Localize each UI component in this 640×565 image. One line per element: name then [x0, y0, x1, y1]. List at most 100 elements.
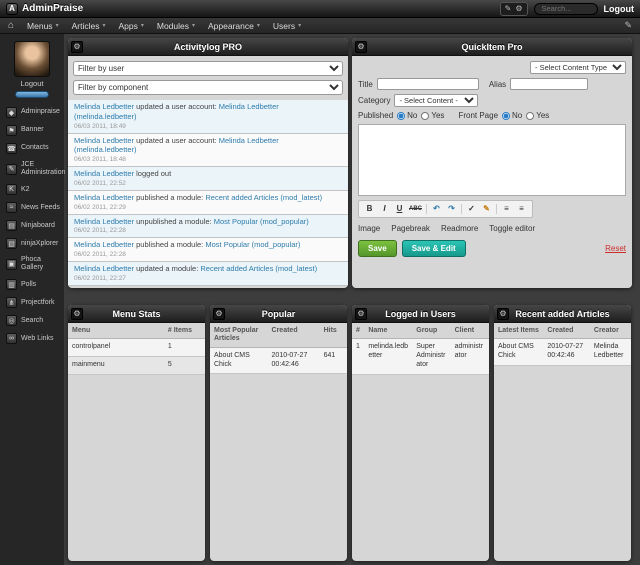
strikethrough-icon[interactable]: ABC: [409, 203, 422, 215]
frontpage-no-radio[interactable]: [502, 112, 510, 120]
frontpage-no-option[interactable]: No: [502, 111, 522, 120]
recent-articles-header: ⚙ Recent added Articles: [494, 305, 631, 323]
sidebar-item-web-links[interactable]: ∞Web Links: [6, 333, 62, 344]
activity-user-link[interactable]: Melinda Ledbetter: [74, 264, 134, 273]
sidebar-user-badge[interactable]: [15, 91, 49, 98]
sidebar-item-news-feeds[interactable]: ≈News Feeds: [6, 202, 62, 213]
home-icon[interactable]: ⌂: [8, 21, 14, 31]
sidebar-item-adminpraise[interactable]: ◆Adminpraise: [6, 107, 62, 118]
content-type-select[interactable]: - Select Content Type -: [530, 61, 626, 74]
gear-icon[interactable]: ⚙: [213, 308, 225, 320]
activity-target-link[interactable]: Recent added Articles (mod_latest): [200, 264, 317, 273]
activity-target-link[interactable]: Most Popular (mod_popular): [214, 217, 309, 226]
activity-user-link[interactable]: Melinda Ledbetter: [74, 136, 134, 145]
frontpage-yes-radio[interactable]: [526, 112, 534, 120]
published-no-option[interactable]: No: [397, 111, 417, 120]
table-row: About CMS Chick 2010-07-27 00:42:46 Meli…: [494, 339, 631, 366]
undo-icon[interactable]: ↶: [431, 203, 442, 215]
title-label: Title: [358, 80, 373, 89]
logged-in-users-table: # Name Group Client 1 melinda.ledbetter …: [352, 323, 489, 375]
column-header: Menu: [68, 323, 164, 339]
column-header: Created: [543, 323, 590, 339]
contacts-icon: ☎: [6, 143, 17, 154]
sidebar-item-contacts[interactable]: ☎Contacts: [6, 143, 62, 154]
gear-icon[interactable]: ⚙: [355, 41, 367, 53]
redo-icon[interactable]: ↷: [446, 203, 457, 215]
edit-icon[interactable]: ✎: [624, 20, 632, 31]
menu-item-menus[interactable]: Menus▾: [27, 21, 59, 31]
gear-icon[interactable]: ⚙: [71, 41, 83, 53]
menu-item-modules[interactable]: Modules▾: [157, 21, 195, 31]
filter-by-user-select[interactable]: Filter by user: [73, 61, 343, 76]
published-no-radio[interactable]: [397, 112, 405, 120]
gear-icon[interactable]: ⚙: [497, 308, 509, 320]
frontpage-yes-option[interactable]: Yes: [526, 111, 549, 120]
gear-icon[interactable]: ⚙: [355, 308, 367, 320]
activity-date: 06/02 2011, 22:28: [74, 227, 342, 234]
sidebar-item-banner[interactable]: ⚑Banner: [6, 125, 62, 136]
menu-item-apps[interactable]: Apps▾: [118, 21, 143, 31]
activity-user-link[interactable]: Melinda Ledbetter: [74, 217, 134, 226]
underline-icon[interactable]: U: [394, 203, 405, 215]
sidebar-item-jce-administration[interactable]: ✎JCE Administration: [6, 161, 62, 177]
category-select[interactable]: - Select Content -: [394, 94, 478, 107]
quickitem-actions: Save Save & Edit Reset: [358, 240, 626, 257]
gear-icon[interactable]: ⚙: [71, 308, 83, 320]
sidebar-item-ninjaboard[interactable]: ▤Ninjaboard: [6, 220, 62, 231]
search-input[interactable]: [534, 3, 598, 15]
quickitem-header: ⚙ QuickItem Pro: [352, 38, 632, 56]
pagebreak-button[interactable]: Pagebreak: [391, 224, 430, 233]
activity-target-link[interactable]: Recent added Articles (mod_latest): [205, 193, 322, 202]
alias-field[interactable]: [510, 78, 588, 90]
title-field[interactable]: [377, 78, 479, 90]
toolbar-divider: [496, 204, 497, 214]
sidebar-logout-link[interactable]: Logout: [21, 79, 44, 88]
sidebar-item-search[interactable]: ◎Search: [6, 315, 62, 326]
activity-target-link[interactable]: Most Popular (mod_popular): [205, 240, 300, 249]
tools-icon[interactable]: ⚙: [515, 4, 522, 14]
menu-item-appearance[interactable]: Appearance▾: [208, 21, 260, 31]
adminpraise-icon: ◆: [6, 107, 17, 118]
edit-icon[interactable]: ✎: [505, 4, 512, 14]
image-button[interactable]: Image: [358, 224, 380, 233]
italic-icon[interactable]: I: [379, 203, 390, 215]
activity-date: 06/02 2011, 22:29: [74, 204, 342, 211]
save-button[interactable]: Save: [358, 240, 397, 257]
reset-link[interactable]: Reset: [605, 244, 626, 253]
panel-title: Popular: [262, 309, 296, 319]
published-yes-option[interactable]: Yes: [421, 111, 444, 120]
recent-articles-panel: ⚙ Recent added Articles Latest Items Cre…: [494, 305, 631, 561]
highlight-icon[interactable]: ✎: [481, 203, 492, 215]
sidebar-item-polls[interactable]: ▥Polls: [6, 279, 62, 290]
bullet-list-icon[interactable]: ≡: [501, 203, 512, 215]
published-yes-radio[interactable]: [421, 112, 429, 120]
editor-textarea[interactable]: [358, 124, 626, 196]
menu-item-users[interactable]: Users▾: [273, 21, 301, 31]
activity-user-link[interactable]: Melinda Ledbetter: [74, 102, 134, 111]
bold-icon[interactable]: B: [364, 203, 375, 215]
sidebar-item-phoca-gallery[interactable]: ▣Phoca Gallery: [6, 256, 62, 272]
activity-date: 06/02 2011, 22:52: [74, 180, 342, 187]
activity-user-link[interactable]: Melinda Ledbetter: [74, 169, 134, 178]
logout-link[interactable]: Logout: [604, 4, 635, 14]
menu-item-articles[interactable]: Articles▾: [72, 21, 106, 31]
activity-user-link[interactable]: Melinda Ledbetter: [74, 193, 134, 202]
sidebar-item-ninjaxplorer[interactable]: ▧ninjaXplorer: [6, 238, 62, 249]
filter-by-component-select[interactable]: Filter by component: [73, 80, 343, 95]
chevron-down-icon: ▾: [141, 22, 144, 29]
numbered-list-icon[interactable]: ≡: [516, 203, 527, 215]
readmore-button[interactable]: Readmore: [441, 224, 478, 233]
panel-title: Logged in Users: [385, 309, 456, 319]
brand-logo-icon: A: [6, 3, 18, 15]
activity-date: 06/02 2011, 22:27: [74, 275, 342, 282]
sidebar-item-k2[interactable]: KK2: [6, 184, 62, 195]
avatar[interactable]: [14, 41, 50, 77]
activity-user-link[interactable]: Melinda Ledbetter: [74, 240, 134, 249]
column-header: #: [352, 323, 364, 339]
sidebar-item-projectfork[interactable]: ⋔Projectfork: [6, 297, 62, 308]
toggle-editor-button[interactable]: Toggle editor: [489, 224, 535, 233]
save-and-edit-button[interactable]: Save & Edit: [402, 240, 466, 257]
search-icon: ◎: [6, 315, 17, 326]
spellcheck-icon[interactable]: ✓: [466, 203, 477, 215]
activity-entry: Melinda Ledbetter updated a user account…: [68, 100, 348, 134]
